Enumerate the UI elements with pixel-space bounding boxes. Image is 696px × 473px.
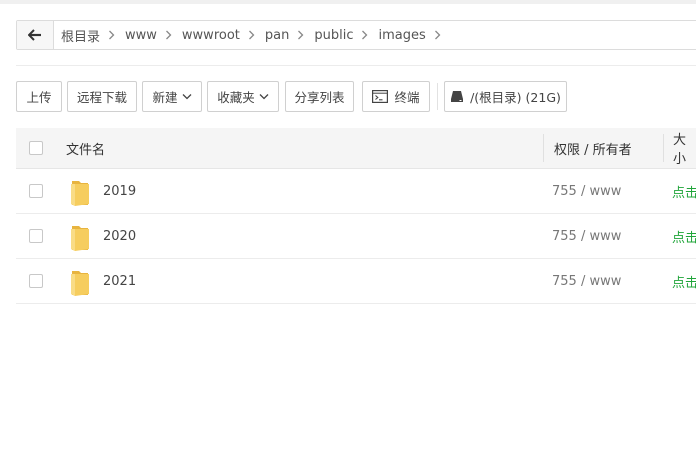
breadcrumb-item-root[interactable]: 根目录 <box>53 21 117 49</box>
folder-icon <box>71 226 89 251</box>
table-row[interactable]: 2019 755 / www 点击计算 <box>16 169 696 214</box>
breadcrumb: 根目录 www wwwroot pan public images <box>53 21 443 49</box>
column-divider <box>543 134 544 162</box>
terminal-button[interactable]: 终端 <box>362 81 430 112</box>
folder-icon <box>71 271 89 296</box>
column-header-permission[interactable]: 权限 / 所有者 <box>554 128 632 168</box>
row-checkbox[interactable] <box>29 184 43 198</box>
breadcrumb-item-images[interactable]: images <box>370 21 442 49</box>
permission-owner[interactable]: 755 / www <box>552 169 621 213</box>
new-dropdown-button[interactable]: 新建 <box>142 81 202 112</box>
share-list-button-label: 分享列表 <box>294 90 345 105</box>
chevron-right-icon <box>108 30 115 40</box>
breadcrumb-item-wwwroot[interactable]: wwwroot <box>174 21 257 49</box>
file-name[interactable]: 2021 <box>103 259 136 303</box>
calculate-size-link[interactable]: 点击计算 <box>672 169 696 213</box>
row-checkbox[interactable] <box>29 229 43 243</box>
table-header: 文件名 权限 / 所有者 大小 <box>16 128 696 169</box>
folder-icon <box>71 181 89 206</box>
breadcrumb-label[interactable]: 根目录 <box>61 26 100 45</box>
toolbar-separator <box>437 83 438 110</box>
terminal-button-label: 终端 <box>394 90 420 105</box>
divider <box>16 65 696 66</box>
disk-button[interactable]: /(根目录) (21G) <box>444 81 567 112</box>
chevron-down-icon <box>182 93 192 100</box>
arrow-left-icon <box>28 29 41 41</box>
breadcrumb-label[interactable]: public <box>314 28 353 43</box>
breadcrumb-label[interactable]: images <box>378 28 425 43</box>
breadcrumb-label[interactable]: www <box>125 28 157 43</box>
calculate-size-link[interactable]: 点击计算 <box>672 259 696 303</box>
chevron-down-icon <box>259 93 269 100</box>
file-name[interactable]: 2020 <box>103 214 136 258</box>
breadcrumb-label[interactable]: pan <box>265 28 289 43</box>
back-button[interactable] <box>17 21 54 49</box>
table-row[interactable]: 2020 755 / www 点击计算 <box>16 214 696 259</box>
remote-download-button[interactable]: 远程下载 <box>67 81 137 112</box>
calculate-size-link[interactable]: 点击计算 <box>672 214 696 258</box>
upload-button[interactable]: 上传 <box>16 81 62 112</box>
top-strip <box>0 0 696 4</box>
disk-button-label: /(根目录) (21G) <box>470 90 561 105</box>
breadcrumb-item-pan[interactable]: pan <box>257 21 306 49</box>
chevron-right-icon <box>361 30 368 40</box>
breadcrumb-item-public[interactable]: public <box>306 21 370 49</box>
favorites-dropdown-button[interactable]: 收藏夹 <box>207 81 279 112</box>
table-row[interactable]: 2021 755 / www 点击计算 <box>16 259 696 304</box>
chevron-right-icon <box>434 30 441 40</box>
terminal-icon <box>372 90 389 103</box>
upload-button-label: 上传 <box>26 90 52 105</box>
breadcrumb-item-www[interactable]: www <box>117 21 174 49</box>
file-name[interactable]: 2019 <box>103 169 136 213</box>
chevron-right-icon <box>165 30 172 40</box>
select-all-checkbox[interactable] <box>29 141 43 155</box>
column-header-size[interactable]: 大小 <box>673 128 696 168</box>
column-header-name[interactable]: 文件名 <box>66 128 105 168</box>
permission-owner[interactable]: 755 / www <box>552 214 621 258</box>
favorites-button-label: 收藏夹 <box>217 90 255 105</box>
new-button-label: 新建 <box>152 90 178 105</box>
column-divider <box>663 134 664 162</box>
path-bar: 根目录 www wwwroot pan public images <box>16 20 696 50</box>
remote-download-button-label: 远程下载 <box>76 90 127 105</box>
chevron-right-icon <box>297 30 304 40</box>
permission-owner[interactable]: 755 / www <box>552 259 621 303</box>
row-checkbox[interactable] <box>29 274 43 288</box>
disk-icon <box>450 90 464 103</box>
chevron-right-icon <box>248 30 255 40</box>
breadcrumb-label[interactable]: wwwroot <box>182 28 240 43</box>
share-list-button[interactable]: 分享列表 <box>285 81 354 112</box>
